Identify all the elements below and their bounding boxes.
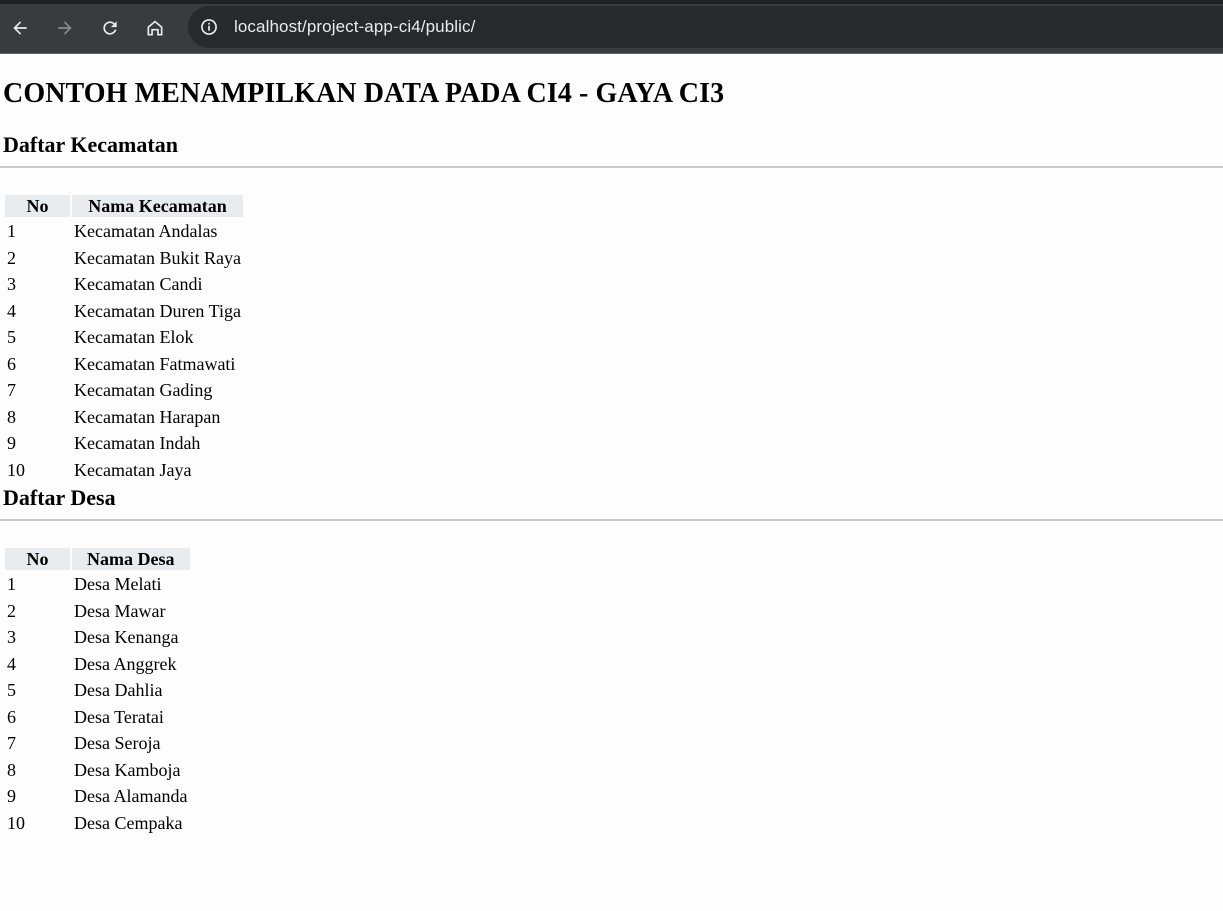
desa-name: Desa Teratai — [74, 706, 164, 727]
row-number: 1 — [7, 574, 16, 594]
home-button[interactable] — [138, 11, 172, 45]
desa-name: Desa Mawar — [74, 600, 166, 621]
table-header-row: No Nama Kecamatan — [5, 195, 243, 217]
table-row: 4 Kecamatan Duren Tiga — [5, 299, 243, 324]
table-row: 10 Kecamatan Jaya — [5, 458, 243, 483]
table-row: 10 Desa Cempaka — [5, 811, 190, 836]
table-row: 2 Desa Mawar — [5, 599, 190, 624]
forward-arrow-icon — [58, 21, 72, 35]
kecamatan-divider — [0, 166, 1223, 168]
table-header-row: No Nama Desa — [5, 548, 190, 570]
row-number: 8 — [7, 759, 16, 780]
table-row: 9 Desa Alamanda — [5, 784, 190, 809]
row-number: 7 — [7, 380, 16, 400]
page-content: CONTOH MENAMPILKAN DATA PADA CI4 - GAYA … — [0, 55, 1223, 837]
row-number: 5 — [7, 327, 16, 347]
desa-name: Desa Seroja — [74, 733, 161, 753]
reload-button[interactable] — [93, 11, 127, 45]
table-row: 2 Kecamatan Bukit Raya — [5, 246, 243, 271]
forward-button[interactable] — [48, 11, 82, 45]
row-number: 8 — [7, 406, 16, 427]
kecamatan-name: Kecamatan Bukit Raya — [74, 247, 241, 268]
column-header-nama-kecamatan: Nama Kecamatan — [72, 195, 243, 217]
table-row: 6 Kecamatan Fatmawati — [5, 352, 243, 377]
url-text[interactable]: localhost/project-app-ci4/public/ — [234, 17, 475, 37]
desa-name: Desa Anggrek — [74, 653, 177, 674]
site-info-button[interactable] — [198, 16, 220, 38]
browser-toolbar: localhost/project-app-ci4/public/ — [0, 0, 1223, 54]
row-number: 10 — [7, 812, 25, 833]
table-row: 7 Desa Seroja — [5, 731, 190, 756]
table-row: 8 Kecamatan Harapan — [5, 405, 243, 430]
row-number: 6 — [7, 353, 16, 374]
desa-name: Desa Dahlia — [74, 680, 163, 700]
desa-name: Desa Kamboja — [74, 759, 181, 780]
row-number: 2 — [7, 600, 16, 621]
kecamatan-name: Kecamatan Fatmawati — [74, 353, 236, 374]
desa-divider — [0, 519, 1223, 521]
table-row: 5 Desa Dahlia — [5, 678, 190, 703]
row-number: 2 — [7, 247, 16, 268]
row-number: 4 — [7, 653, 16, 674]
home-icon — [147, 20, 163, 36]
row-number: 5 — [7, 680, 16, 700]
kecamatan-heading: Daftar Kecamatan — [3, 132, 178, 157]
desa-table: No Nama Desa 1 Desa Melati 2 Desa Mawar 3 D… — [3, 546, 192, 837]
desa-name: Desa Melati — [74, 574, 162, 594]
kecamatan-name: Kecamatan Andalas — [74, 221, 218, 241]
column-header-no: No — [5, 548, 70, 570]
kecamatan-name: Kecamatan Gading — [74, 380, 213, 400]
table-row: 5 Kecamatan Elok — [5, 325, 243, 350]
kecamatan-name: Kecamatan Duren Tiga — [74, 300, 241, 321]
desa-heading: Daftar Desa — [3, 485, 116, 510]
reload-icon — [103, 21, 117, 35]
address-bar[interactable]: localhost/project-app-ci4/public/ — [188, 6, 1223, 48]
row-number: 7 — [7, 733, 16, 753]
row-number: 1 — [7, 221, 16, 241]
table-row: 9 Kecamatan Indah — [5, 431, 243, 456]
table-row: 8 Desa Kamboja — [5, 758, 190, 783]
desa-name: Desa Cempaka — [74, 812, 183, 833]
kecamatan-name: Kecamatan Indah — [74, 433, 201, 453]
column-header-nama-desa: Nama Desa — [72, 548, 190, 570]
row-number: 9 — [7, 786, 16, 806]
table-row: 1 Desa Melati — [5, 572, 190, 597]
row-number: 3 — [7, 627, 16, 647]
kecamatan-name: Kecamatan Candi — [74, 274, 203, 294]
table-row: 1 Kecamatan Andalas — [5, 219, 243, 244]
table-row: 4 Desa Anggrek — [5, 652, 190, 677]
row-number: 9 — [7, 433, 16, 453]
column-header-no: No — [5, 195, 70, 217]
row-number: 6 — [7, 706, 16, 727]
back-arrow-icon — [13, 21, 27, 35]
desa-name: Desa Alamanda — [74, 786, 188, 806]
info-icon — [201, 19, 217, 35]
table-row: 3 Desa Kenanga — [5, 625, 190, 650]
back-button[interactable] — [3, 11, 37, 45]
row-number: 10 — [7, 459, 25, 480]
kecamatan-table: No Nama Kecamatan 1 Kecamatan Andalas 2 Ke… — [3, 193, 245, 484]
desa-name: Desa Kenanga — [74, 627, 179, 647]
table-row: 3 Kecamatan Candi — [5, 272, 243, 297]
page-title: CONTOH MENAMPILKAN DATA PADA CI4 - GAYA … — [3, 78, 725, 109]
table-row: 6 Desa Teratai — [5, 705, 190, 730]
kecamatan-name: Kecamatan Harapan — [74, 406, 221, 427]
kecamatan-name: Kecamatan Elok — [74, 327, 194, 347]
kecamatan-name: Kecamatan Jaya — [74, 459, 192, 480]
table-row: 7 Kecamatan Gading — [5, 378, 243, 403]
row-number: 4 — [7, 300, 16, 321]
row-number: 3 — [7, 274, 16, 294]
